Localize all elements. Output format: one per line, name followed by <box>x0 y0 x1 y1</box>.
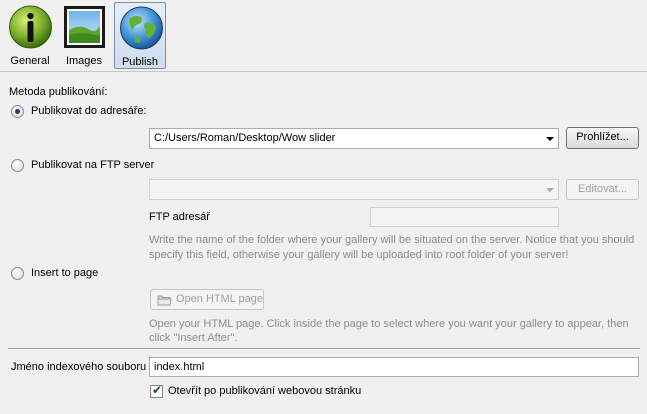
tab-general[interactable]: General <box>4 2 56 69</box>
insert-hint-line1: Open your HTML page. Click inside the pa… <box>149 318 629 330</box>
globe-icon <box>120 6 163 50</box>
open-html-page-button[interactable]: Open HTML page <box>150 289 264 310</box>
browse-button[interactable]: Prohlížet... <box>566 127 639 149</box>
folder-path-combobox[interactable]: C:/Users/Roman/Desktop/Wow slider <box>149 128 559 149</box>
chevron-down-icon[interactable] <box>546 188 554 192</box>
insert-hint-line2: click "Insert After". <box>149 332 238 344</box>
image-icon <box>64 6 105 48</box>
index-file-label: Jméno indexového souboru <box>11 361 147 373</box>
chevron-down-icon[interactable] <box>546 137 554 141</box>
toolbar: General Images Publish <box>0 0 647 72</box>
folder-icon <box>157 295 172 306</box>
tab-publish[interactable]: Publish <box>114 2 166 69</box>
index-file-input[interactable]: index.html <box>149 357 639 377</box>
separator <box>8 348 640 350</box>
publish-method-label: Metoda publikování: <box>9 86 108 98</box>
radio-publish-folder[interactable] <box>11 105 24 118</box>
index-file-value: index.html <box>154 361 205 373</box>
ftp-folder-label: FTP adresář <box>149 211 210 223</box>
radio-publish-folder-label[interactable]: Publikovat do adresáře: <box>31 105 147 117</box>
ftp-hint-line2: specify this field, otherwise your galle… <box>149 249 569 261</box>
checkmark-icon: ✔ <box>152 383 163 397</box>
ftp-hint-line1: Write the name of the folder where your … <box>149 234 635 246</box>
open-after-publish-checkbox[interactable]: ✔ <box>150 383 163 398</box>
radio-publish-ftp-label[interactable]: Publikovat na FTP server <box>31 159 154 171</box>
radio-insert-to-page[interactable] <box>11 267 24 280</box>
folder-path-value: C:/Users/Roman/Desktop/Wow slider <box>154 132 336 144</box>
tab-images-label: Images <box>65 55 103 67</box>
tab-images[interactable]: Images <box>58 2 110 69</box>
ftp-server-combobox[interactable] <box>149 179 559 200</box>
info-icon <box>9 5 52 49</box>
open-after-publish-label[interactable]: Otevřít po publikování webovou stránku <box>168 385 361 397</box>
ftp-folder-input[interactable] <box>370 207 559 227</box>
tab-publish-label: Publish <box>121 56 159 68</box>
ftp-edit-button[interactable]: Editovat... <box>566 179 639 200</box>
radio-publish-ftp[interactable] <box>11 159 24 172</box>
open-html-page-label: Open HTML page <box>176 293 264 305</box>
radio-insert-to-page-label[interactable]: Insert to page <box>31 267 98 279</box>
tab-general-label: General <box>10 55 50 67</box>
